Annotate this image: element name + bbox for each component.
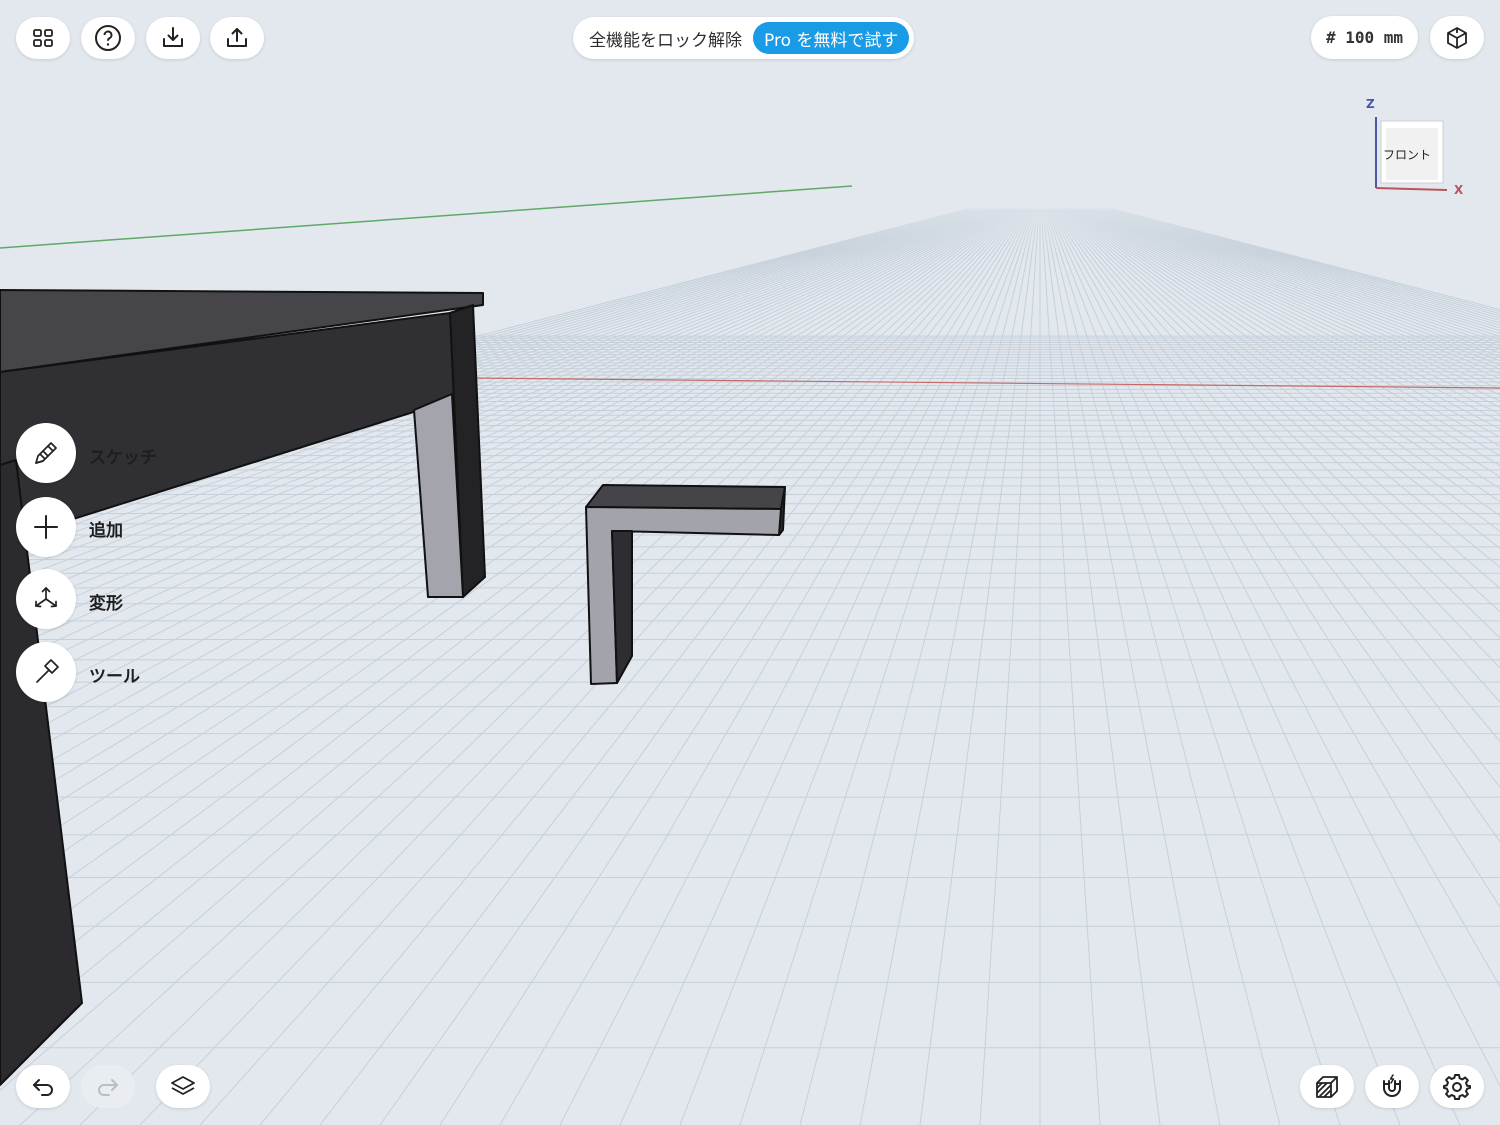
grid-unit-label: # 100 mm — [1325, 28, 1404, 47]
export-button[interactable] — [210, 17, 264, 59]
undo-button[interactable] — [16, 1065, 70, 1108]
z-axis-label: Z — [1366, 97, 1375, 111]
import-icon — [163, 27, 183, 47]
unlock-text: 全機能をロック解除 — [589, 30, 742, 51]
isometric-cube-icon — [1447, 26, 1467, 49]
add-tool-button[interactable] — [16, 497, 76, 557]
plus-icon — [34, 515, 58, 539]
layers-button[interactable] — [156, 1065, 210, 1108]
transform-tool-button[interactable] — [16, 569, 76, 629]
redo-icon — [98, 1078, 118, 1096]
transform-arrows-icon — [35, 587, 57, 608]
tools-label[interactable]: ツール — [89, 662, 140, 687]
tools-button[interactable] — [16, 642, 76, 702]
grid-icon — [33, 29, 53, 47]
material-hatch-icon — [1316, 1075, 1338, 1098]
gallery-button[interactable] — [16, 17, 70, 59]
pencil-icon — [35, 442, 57, 464]
x-axis-gizmo — [1375, 187, 1448, 191]
import-button[interactable] — [146, 17, 200, 59]
help-icon — [95, 25, 121, 51]
add-tool-label[interactable]: 追加 — [89, 516, 123, 541]
view-mode-button[interactable] — [1430, 16, 1484, 59]
redo-button[interactable] — [81, 1065, 135, 1108]
unlock-pro-banner[interactable]: 全機能をロック解除 Pro を無料で試す — [573, 17, 915, 59]
try-pro-button[interactable]: Pro を無料で試す — [753, 22, 910, 54]
magnet-snap-icon — [1383, 1073, 1401, 1097]
hammer-icon — [36, 659, 59, 683]
sketch-tool-button[interactable] — [16, 423, 76, 483]
help-button[interactable] — [81, 17, 135, 59]
export-icon — [227, 28, 247, 47]
3d-viewport[interactable] — [0, 0, 1500, 1125]
grid-unit-button[interactable]: # 100 mm — [1311, 16, 1418, 59]
sketch-tool-label[interactable]: スケッチ — [89, 443, 157, 468]
undo-icon — [33, 1078, 53, 1096]
x-axis-label: X — [1454, 183, 1464, 197]
transform-tool-label[interactable]: 変形 — [89, 589, 123, 614]
material-button[interactable] — [1300, 1065, 1354, 1108]
view-cube-front-label[interactable]: フロント — [1383, 146, 1431, 163]
layers-icon — [171, 1075, 195, 1095]
snap-button[interactable] — [1365, 1065, 1419, 1108]
settings-button[interactable] — [1430, 1065, 1484, 1108]
settings-gear-icon — [1443, 1073, 1471, 1100]
